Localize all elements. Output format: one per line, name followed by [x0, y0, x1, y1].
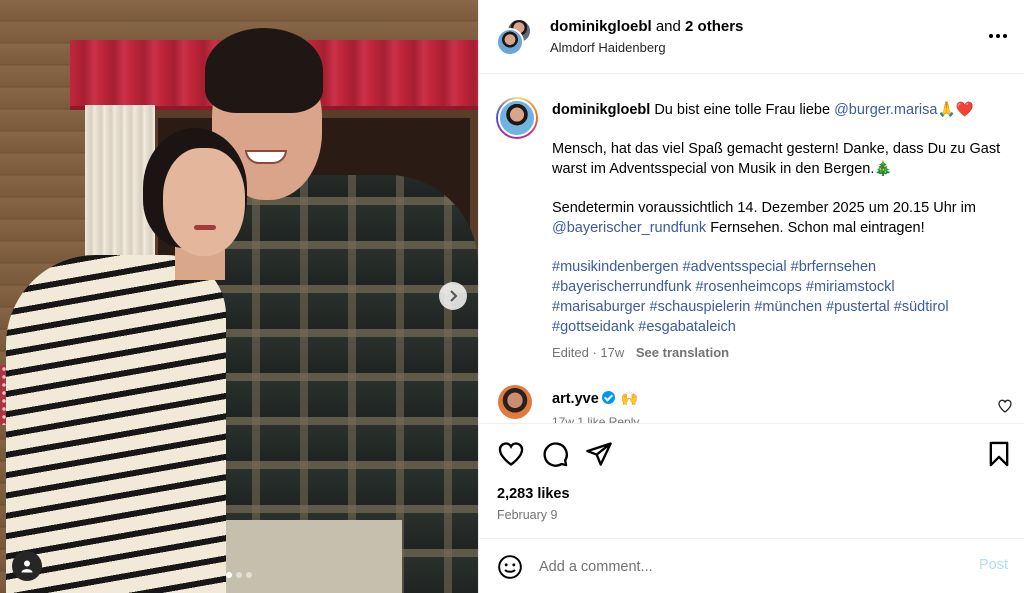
avatar[interactable]	[498, 385, 532, 419]
comment-item: art.yve 🙌 17w 1 like Reply	[479, 385, 1024, 423]
hashtag-link[interactable]: #bayerischerrundfunk	[552, 279, 691, 295]
caption-line1: Du bist eine tolle Frau liebe	[654, 102, 835, 118]
caption-paragraph-tail: Fernsehen. Schon mal eintragen!	[706, 220, 925, 236]
hashtag-link[interactable]: #brfernsehen	[791, 259, 876, 275]
collab-avatars[interactable]	[496, 18, 534, 56]
hashtag-link[interactable]: #marisaburger	[552, 299, 646, 315]
hashtag-link[interactable]: #schauspielerin	[650, 299, 751, 315]
edited-timestamp: Edited · 17w	[552, 345, 625, 360]
bookmark-icon[interactable]	[985, 440, 1013, 468]
hashtag-link[interactable]: #rosenheimcops	[695, 279, 801, 295]
carousel-dot	[246, 572, 252, 578]
post-header: dominikgloebl and 2 others Almdorf Haide…	[479, 0, 1024, 74]
hashtag-link[interactable]: #südtirol	[894, 299, 949, 315]
share-icon[interactable]	[585, 440, 613, 468]
see-translation-link[interactable]: See translation	[636, 345, 729, 360]
caption-paragraph: Sendetermin voraussichtlich 14. Dezember…	[552, 200, 976, 216]
header-others[interactable]: 2 others	[685, 18, 743, 35]
verified-badge-icon	[601, 391, 615, 404]
header-location[interactable]: Almdorf Haidenberg	[550, 40, 666, 55]
caption-paragraph: Mensch, hat das viel Spaß gemacht gester…	[552, 141, 1001, 177]
post-date[interactable]: February 9	[497, 508, 557, 522]
caption-username[interactable]: dominikgloebl	[552, 102, 650, 118]
comment-meta: 17w 1 like Reply	[552, 415, 640, 423]
header-and-text: and	[651, 18, 686, 35]
heart-icon[interactable]	[997, 398, 1013, 414]
user-icon	[21, 560, 33, 573]
hashtag-list: #musikindenbergen #adventsspecial #brfer…	[552, 257, 1014, 337]
header-usernames: dominikgloebl and 2 others	[550, 18, 743, 36]
chevron-right-icon	[450, 290, 458, 302]
caption-emoji: 🙏❤️	[937, 102, 974, 118]
comment-content: art.yve 🙌	[552, 390, 638, 407]
comment-icon[interactable]	[541, 440, 569, 468]
carousel-dot	[236, 572, 242, 578]
hashtag-link[interactable]: #adventsspecial	[683, 259, 787, 275]
comment-username[interactable]: art.yve	[552, 391, 599, 407]
photo-woman-face	[163, 148, 245, 256]
photo-man-jeans	[222, 520, 402, 593]
mention-link[interactable]: @bayerischer_rundfunk	[552, 220, 706, 236]
hashtag-link[interactable]: #miriamstockl	[806, 279, 895, 295]
like-count[interactable]: 2,283 likes	[497, 486, 570, 502]
hashtag-link[interactable]: #münchen	[754, 299, 822, 315]
heart-icon[interactable]	[497, 440, 525, 468]
tagged-users-button[interactable]	[12, 551, 42, 581]
carousel-dots	[226, 572, 252, 578]
avatar	[496, 28, 524, 56]
hashtag-link[interactable]: #esgabataleich	[638, 319, 736, 335]
caption-avatar[interactable]	[496, 97, 538, 139]
mention-link[interactable]: @burger.marisa	[834, 102, 937, 118]
more-horizontal-icon	[989, 34, 1007, 38]
comment-text: 🙌	[620, 390, 639, 406]
avatar	[498, 99, 536, 137]
post-panel: dominikgloebl and 2 others Almdorf Haide…	[478, 0, 1024, 593]
caption-section: dominikgloebl Du bist eine tolle Frau li…	[479, 75, 1024, 423]
header-username[interactable]: dominikgloebl	[550, 18, 652, 35]
post-button[interactable]: Post	[979, 557, 1008, 573]
hashtag-link[interactable]: #gottseidank	[552, 319, 634, 335]
add-comment-bar: Post	[479, 538, 1024, 593]
carousel-dot	[226, 572, 232, 578]
comment-input[interactable]	[539, 556, 959, 578]
hashtag-link[interactable]: #pustertal	[826, 299, 890, 315]
smiley-icon[interactable]	[497, 554, 523, 580]
next-slide-button[interactable]	[439, 282, 467, 310]
post-media[interactable]	[0, 0, 478, 593]
photo-woman-lips	[194, 225, 216, 230]
action-bar: 2,283 likes February 9	[479, 423, 1024, 538]
caption-meta: Edited · 17w See translation	[552, 345, 729, 360]
hashtag-link[interactable]: #musikindenbergen	[552, 259, 679, 275]
photo-man-hair	[205, 28, 323, 113]
caption-text: dominikgloebl Du bist eine tolle Frau li…	[552, 100, 1014, 337]
photo-woman-sweater	[6, 255, 226, 593]
more-options-button[interactable]	[986, 24, 1010, 48]
